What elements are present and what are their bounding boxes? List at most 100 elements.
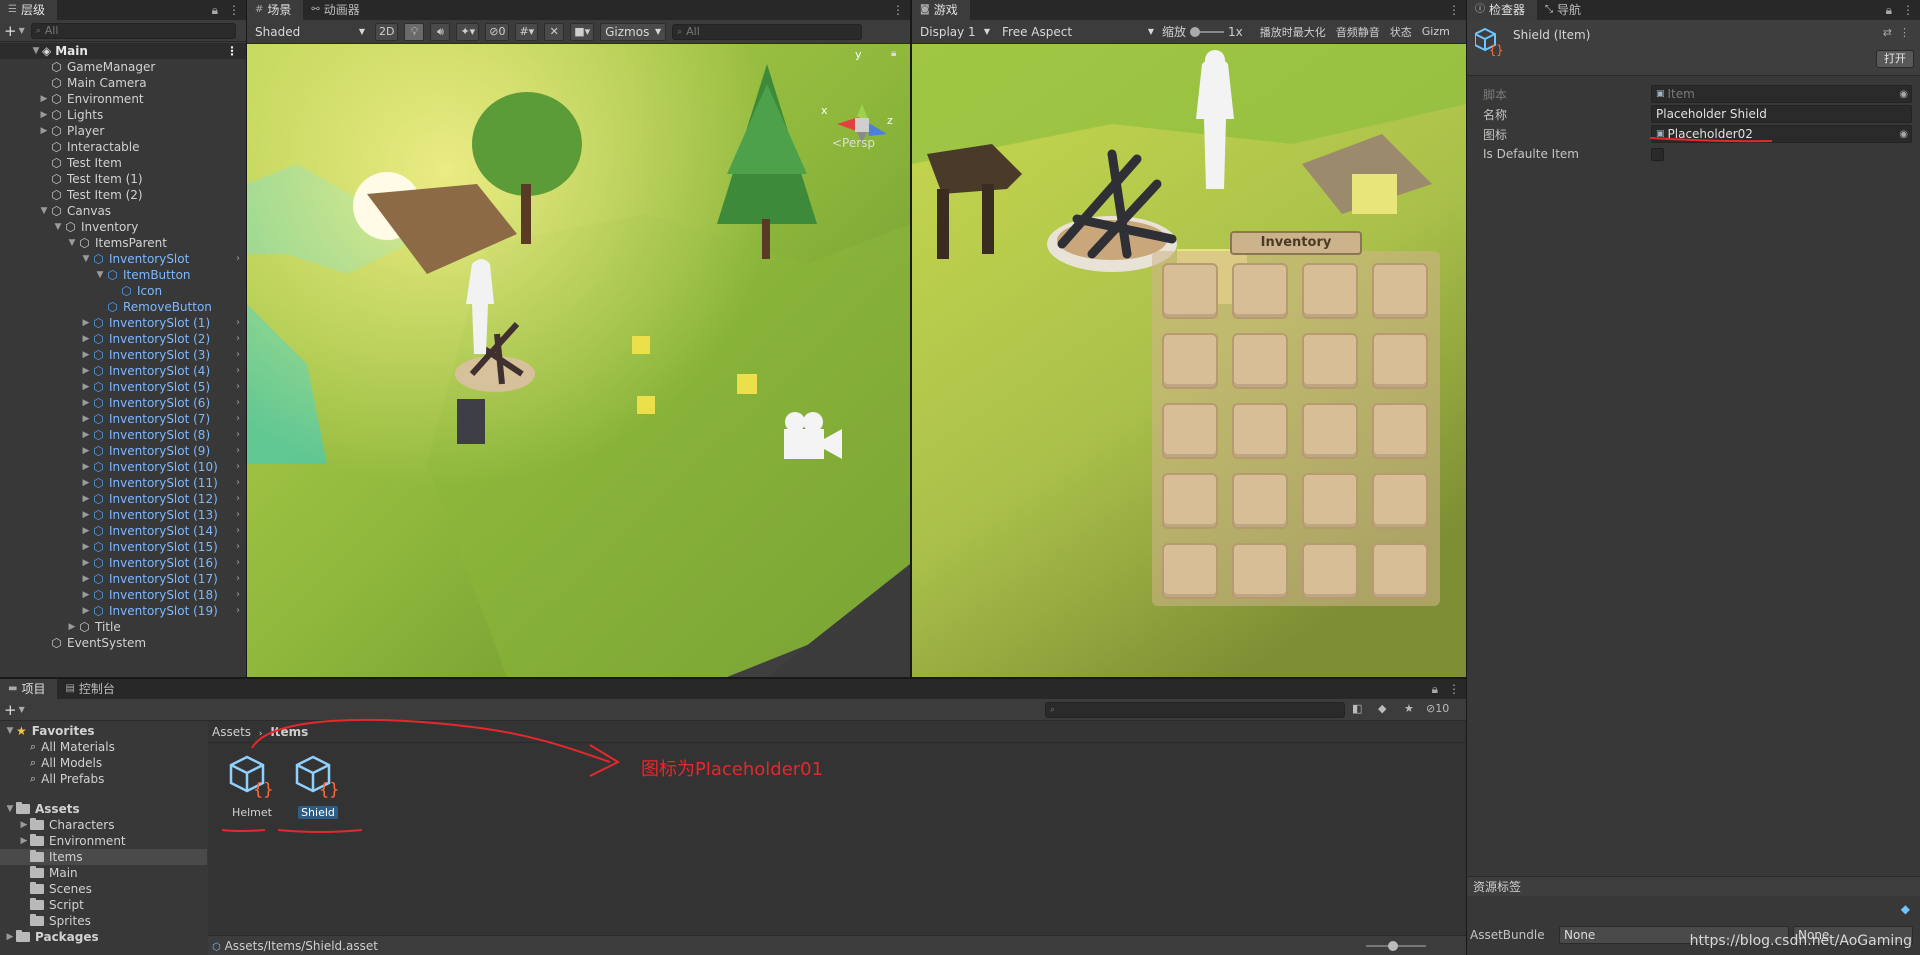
aspect-dropdown[interactable]: Free Aspect ▼ bbox=[998, 23, 1158, 41]
prefab-open-chevron-icon[interactable]: › bbox=[236, 491, 240, 507]
gizmos-dropdown[interactable]: Gizmos ▼ bbox=[600, 22, 667, 41]
more-menu-icon[interactable]: ⋮ bbox=[226, 43, 238, 59]
hierarchy-item[interactable]: ⬡ Test Item (2) bbox=[0, 187, 246, 203]
hierarchy-item[interactable]: ⬡ Main Camera bbox=[0, 75, 246, 91]
tab-animator[interactable]: ⚯ 动画器 bbox=[303, 0, 371, 20]
hierarchy-item[interactable]: ▶ ⬡ InventorySlot (4) › bbox=[0, 363, 246, 379]
filter-by-label-icon[interactable]: ◆ bbox=[1378, 702, 1386, 715]
inventory-slot[interactable] bbox=[1162, 473, 1218, 529]
add-button[interactable]: + bbox=[4, 701, 17, 719]
add-button[interactable]: + bbox=[4, 22, 17, 40]
hierarchy-item[interactable]: ▶ ⬡ InventorySlot (3) › bbox=[0, 347, 246, 363]
hierarchy-item[interactable]: ▼ ⬡ Canvas bbox=[0, 203, 246, 219]
prefab-open-chevron-icon[interactable]: › bbox=[236, 427, 240, 443]
project-tree-item[interactable]: ▼ Assets bbox=[0, 801, 207, 817]
hierarchy-item[interactable]: ⬡ EventSystem bbox=[0, 635, 246, 651]
hierarchy-item[interactable]: ▶ ⬡ InventorySlot (13) › bbox=[0, 507, 246, 523]
prefab-open-chevron-icon[interactable]: › bbox=[236, 587, 240, 603]
prefab-open-chevron-icon[interactable]: › bbox=[236, 459, 240, 475]
expand-arrow-icon[interactable]: ▶ bbox=[80, 603, 92, 619]
tag-icon[interactable]: ◆ bbox=[1901, 902, 1910, 916]
more-menu-icon[interactable]: ⋮ bbox=[1448, 682, 1460, 696]
expand-arrow-icon[interactable]: ▶ bbox=[18, 833, 30, 849]
expand-arrow-icon[interactable]: ▶ bbox=[80, 379, 92, 395]
hierarchy-item[interactable]: ▶ ⬡ InventorySlot (2) › bbox=[0, 331, 246, 347]
hierarchy-item[interactable]: ▶ ⬡ InventorySlot (11) › bbox=[0, 475, 246, 491]
prefab-open-chevron-icon[interactable]: › bbox=[236, 315, 240, 331]
prefab-open-chevron-icon[interactable]: › bbox=[236, 571, 240, 587]
mode-2d-button[interactable]: 2D bbox=[375, 22, 399, 41]
object-picker-icon[interactable]: ◉ bbox=[1899, 89, 1908, 100]
project-tree-item[interactable]: Script bbox=[0, 897, 207, 913]
tab-hierarchy[interactable]: ☰ 层级 bbox=[0, 0, 57, 20]
prefab-open-chevron-icon[interactable]: › bbox=[236, 475, 240, 491]
tab-console[interactable]: ▤ 控制台 bbox=[57, 679, 126, 699]
persp-label[interactable]: <Persp bbox=[832, 136, 875, 150]
scene-viewport[interactable]: y x z <Persp 🔒︎ bbox=[247, 44, 910, 677]
inventory-slot[interactable] bbox=[1232, 473, 1288, 529]
settings-sliders-icon[interactable]: ⇄ bbox=[1883, 26, 1892, 39]
hierarchy-item[interactable]: ▶ ⬡ Title bbox=[0, 619, 246, 635]
hierarchy-item[interactable]: ▶ ⬡ Player bbox=[0, 123, 246, 139]
display-dropdown[interactable]: Display 1 ▼ bbox=[916, 23, 994, 41]
project-tree-item[interactable]: ⌕ All Prefabs bbox=[0, 771, 207, 787]
property-checkbox[interactable] bbox=[1651, 148, 1664, 161]
game-gizmos-button[interactable]: Gizm bbox=[1419, 23, 1453, 41]
project-tree-item[interactable]: ▼ ★ Favorites bbox=[0, 723, 207, 739]
filter-by-type-icon[interactable]: ◧ bbox=[1352, 702, 1362, 715]
inventory-slot[interactable] bbox=[1232, 333, 1288, 389]
chevron-down-icon[interactable]: ▼ bbox=[19, 26, 25, 35]
prefab-open-chevron-icon[interactable]: › bbox=[236, 395, 240, 411]
expand-arrow-icon[interactable]: ▶ bbox=[80, 347, 92, 363]
prefab-open-chevron-icon[interactable]: › bbox=[236, 523, 240, 539]
inventory-slot[interactable] bbox=[1162, 403, 1218, 459]
breadcrumb-assets[interactable]: Assets bbox=[212, 725, 251, 739]
hierarchy-item[interactable]: ▶ ⬡ InventorySlot (7) › bbox=[0, 411, 246, 427]
hierarchy-item[interactable]: ▶ ⬡ InventorySlot (6) › bbox=[0, 395, 246, 411]
grid-toggle-icon[interactable]: #▾ bbox=[515, 22, 539, 41]
expand-arrow-icon[interactable]: ▶ bbox=[80, 555, 92, 571]
prefab-open-chevron-icon[interactable]: › bbox=[236, 331, 240, 347]
hierarchy-item[interactable]: ▶ ⬡ InventorySlot (19) › bbox=[0, 603, 246, 619]
tab-project[interactable]: ▬ 项目 bbox=[0, 679, 58, 699]
expand-arrow-icon[interactable]: ▶ bbox=[80, 475, 92, 491]
inventory-slot[interactable] bbox=[1372, 543, 1428, 599]
more-menu-icon[interactable]: ⋮ bbox=[892, 3, 904, 17]
project-tree-item[interactable]: ▶ Environment bbox=[0, 833, 207, 849]
hierarchy-item[interactable]: ⬡ Icon bbox=[0, 283, 246, 299]
project-tree-item[interactable]: ⌕ All Models bbox=[0, 755, 207, 771]
hierarchy-item[interactable]: ▼ ⬡ ItemButton bbox=[0, 267, 246, 283]
text-field[interactable]: Placeholder Shield bbox=[1651, 105, 1912, 123]
expand-arrow-icon[interactable]: ▶ bbox=[38, 107, 50, 123]
hierarchy-item[interactable]: ⬡ Test Item (1) bbox=[0, 171, 246, 187]
object-picker-icon[interactable]: ◉ bbox=[1899, 129, 1908, 140]
mute-audio-button[interactable]: 音频静音 bbox=[1333, 23, 1383, 41]
object-field[interactable]: ▣ Placeholder02 ◉ bbox=[1651, 125, 1912, 143]
expand-arrow-icon[interactable]: ▶ bbox=[80, 491, 92, 507]
lock-icon[interactable]: 🔒︎ bbox=[891, 48, 896, 59]
scale-slider-thumb[interactable] bbox=[1190, 26, 1201, 37]
hierarchy-item[interactable]: ▶ ⬡ InventorySlot (12) › bbox=[0, 491, 246, 507]
expand-arrow-icon[interactable]: ▼ bbox=[4, 801, 16, 817]
expand-arrow-icon[interactable]: ▶ bbox=[66, 619, 78, 635]
inventory-slot[interactable] bbox=[1302, 403, 1358, 459]
more-menu-icon[interactable]: ⋮ bbox=[1902, 3, 1914, 17]
prefab-open-chevron-icon[interactable]: › bbox=[236, 251, 240, 267]
expand-arrow-icon[interactable]: ▶ bbox=[80, 443, 92, 459]
inventory-slot[interactable] bbox=[1372, 263, 1428, 319]
prefab-open-chevron-icon[interactable]: › bbox=[236, 507, 240, 523]
asset-item[interactable]: {} Helmet bbox=[222, 753, 282, 819]
hierarchy-item[interactable]: ⬡ RemoveButton bbox=[0, 299, 246, 315]
lighting-toggle-icon[interactable]: 💡︎ bbox=[404, 22, 425, 41]
inventory-slot[interactable] bbox=[1302, 263, 1358, 319]
expand-arrow-icon[interactable]: ▶ bbox=[80, 507, 92, 523]
expand-arrow-icon[interactable]: ▶ bbox=[80, 363, 92, 379]
hierarchy-search-input[interactable]: ⌕ All bbox=[30, 22, 236, 39]
inventory-slot[interactable] bbox=[1232, 543, 1288, 599]
hierarchy-item[interactable]: ▶ ⬡ InventorySlot (5) › bbox=[0, 379, 246, 395]
inventory-slot[interactable] bbox=[1162, 333, 1218, 389]
prefab-open-chevron-icon[interactable]: › bbox=[236, 539, 240, 555]
hidden-packages-toggle[interactable]: ⊘10 bbox=[1426, 702, 1449, 715]
prefab-open-chevron-icon[interactable]: › bbox=[236, 411, 240, 427]
hierarchy-item[interactable]: ▶ ⬡ InventorySlot (1) › bbox=[0, 315, 246, 331]
